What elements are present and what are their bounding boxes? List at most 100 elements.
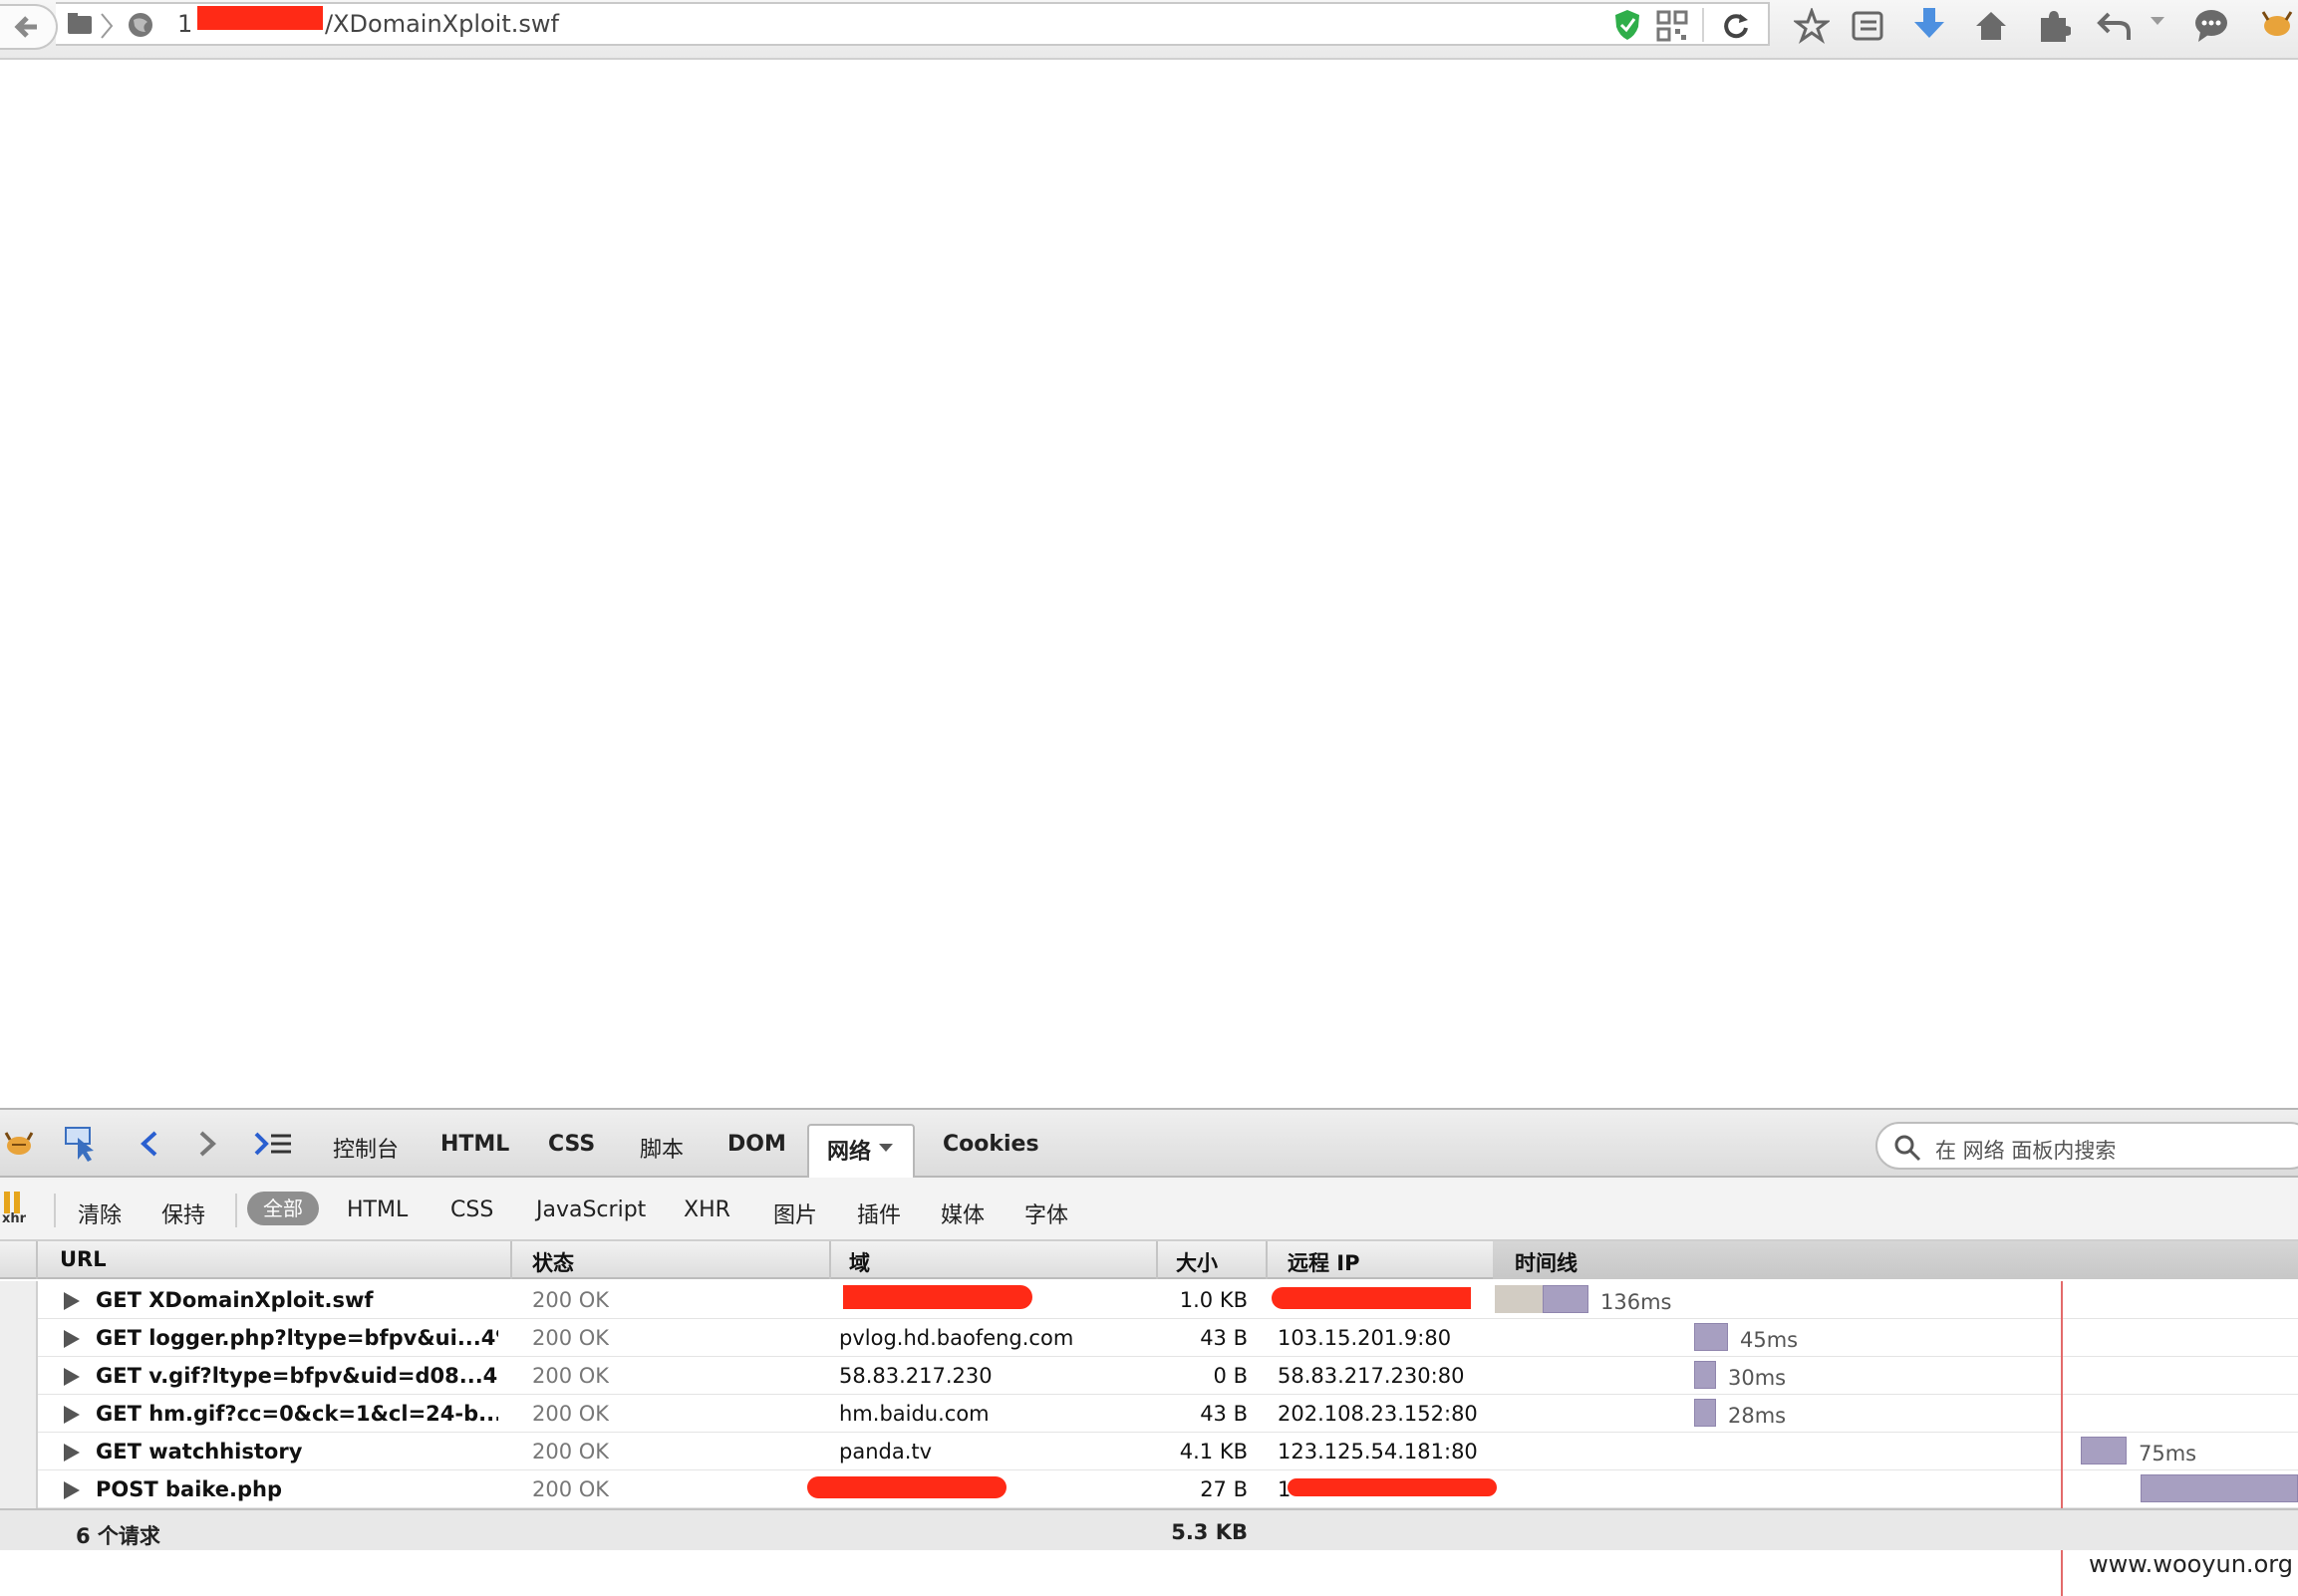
column-status[interactable]: 状态 [532, 1247, 574, 1277]
request-url[interactable]: GET v.gif?ltype=bfpv&uid=d08...4%2 [96, 1364, 498, 1388]
request-domain: pvlog.hd.baofeng.com [839, 1326, 1074, 1350]
request-size: 27 B [1200, 1477, 1248, 1501]
table-row[interactable]: GET v.gif?ltype=bfpv&uid=d08...4%2 200 O… [0, 1357, 2298, 1395]
puzzle-icon[interactable] [2035, 8, 2071, 44]
firebug-panel: 控制台 HTML CSS 脚本 DOM 网络 Cookies 在 网络 面板内搜… [0, 1108, 2298, 1596]
separator [235, 1194, 237, 1227]
redaction-mark [197, 6, 323, 30]
tab-dom[interactable]: DOM [727, 1132, 786, 1157]
tab-net-label: 网络 [827, 1140, 872, 1165]
url-text[interactable]: /XDomainXploit.swf [325, 10, 559, 38]
request-status: 200 OK [532, 1326, 610, 1350]
filter-fonts[interactable]: 字体 [1024, 1197, 1068, 1229]
column-size[interactable]: 大小 [1176, 1247, 1218, 1277]
expand-triangle-icon[interactable] [64, 1292, 80, 1310]
back-button[interactable] [0, 4, 58, 50]
separator [1702, 8, 1704, 42]
filter-css[interactable]: CSS [450, 1197, 493, 1222]
filter-html[interactable]: HTML [347, 1197, 408, 1222]
column-separator [1156, 1241, 1158, 1279]
expand-triangle-icon[interactable] [64, 1406, 80, 1424]
request-status: 200 OK [532, 1440, 610, 1463]
row-gutter [0, 1395, 38, 1433]
request-size: 1.0 KB [1179, 1288, 1248, 1312]
command-line-icon[interactable] [253, 1130, 293, 1158]
filter-xhr[interactable]: XHR [684, 1197, 730, 1222]
chevron-left-icon[interactable] [138, 1130, 161, 1158]
request-remote-ip: 202.108.23.152:80 [1278, 1402, 1478, 1426]
persist-button[interactable]: 保持 [161, 1197, 205, 1229]
expand-triangle-icon[interactable] [64, 1330, 80, 1348]
request-size: 4.1 KB [1179, 1440, 1248, 1463]
redaction-mark [807, 1476, 1006, 1498]
search-placeholder: 在 网络 面板内搜索 [1935, 1139, 2117, 1163]
timeline-duration: 45ms [1740, 1328, 1799, 1352]
chevron-down-icon[interactable] [2149, 14, 2166, 28]
browser-toolbar: 1 /XDomainXploit.swf [0, 0, 2298, 60]
firebug-icon[interactable] [2258, 6, 2296, 44]
redaction-mark [1272, 1287, 1471, 1309]
net-request-list: GET XDomainXploit.swf 200 OK 1.0 KB 136m… [0, 1281, 2298, 1508]
sidebar-toggle-icon[interactable] [66, 10, 96, 40]
bookmark-star-icon[interactable] [1794, 8, 1830, 44]
qr-code-icon[interactable] [1656, 10, 1688, 42]
timeline-duration: 30ms [1728, 1366, 1787, 1390]
table-row[interactable]: GET logger.php?ltype=bfpv&ui...4%2 200 O… [0, 1319, 2298, 1357]
filter-all-button[interactable]: 全部 [247, 1192, 319, 1225]
url-bar[interactable]: 1 /XDomainXploit.swf [56, 2, 1770, 46]
chat-bubble-icon[interactable] [2192, 6, 2230, 44]
timeline-bar [1543, 1285, 1588, 1313]
timeline-bar [2141, 1474, 2298, 1502]
expand-triangle-icon[interactable] [64, 1368, 80, 1386]
table-row[interactable]: POST baike.php 200 OK 27 B 1 [0, 1470, 2298, 1508]
table-row[interactable]: GET XDomainXploit.swf 200 OK 1.0 KB 136m… [0, 1281, 2298, 1319]
filter-images[interactable]: 图片 [773, 1197, 817, 1229]
total-size: 5.3 KB [1171, 1520, 1248, 1544]
row-gutter [0, 1319, 38, 1357]
tab-cookies[interactable]: Cookies [943, 1132, 1039, 1157]
reading-list-icon[interactable] [1850, 8, 1885, 44]
expand-triangle-icon[interactable] [64, 1444, 80, 1462]
tab-script[interactable]: 脚本 [640, 1132, 684, 1164]
clear-button[interactable]: 清除 [78, 1197, 122, 1229]
net-summary-row: 6 个请求 5.3 KB [0, 1508, 2298, 1550]
shield-check-icon[interactable] [1612, 8, 1642, 42]
column-remote-ip[interactable]: 远程 IP [1288, 1247, 1360, 1277]
filter-plugins[interactable]: 插件 [857, 1197, 901, 1229]
tab-console[interactable]: 控制台 [333, 1132, 399, 1164]
column-domain[interactable]: 域 [849, 1247, 870, 1277]
home-icon[interactable] [1973, 8, 2009, 44]
filter-media[interactable]: 媒体 [941, 1197, 985, 1229]
column-timeline[interactable]: 时间线 [1493, 1241, 2298, 1279]
chevron-right-icon[interactable] [195, 1130, 219, 1158]
filter-javascript[interactable]: JavaScript [536, 1197, 646, 1222]
globe-icon [129, 13, 152, 37]
request-url[interactable]: GET hm.gif?cc=0&ck=1&cl=24-b...5 [96, 1402, 498, 1426]
request-url[interactable]: GET XDomainXploit.swf [96, 1288, 498, 1312]
request-url[interactable]: GET watchhistory [96, 1440, 498, 1463]
url-prefix[interactable]: 1 [177, 10, 192, 38]
request-size: 43 B [1200, 1326, 1248, 1350]
chevron-down-icon[interactable] [877, 1142, 895, 1154]
tab-html[interactable]: HTML [440, 1132, 509, 1157]
inspect-element-icon[interactable] [64, 1126, 100, 1162]
undo-icon[interactable] [2097, 8, 2133, 44]
separator [54, 1194, 56, 1227]
reload-icon[interactable] [1720, 10, 1752, 42]
timeline-wait-bar [1495, 1285, 1543, 1313]
row-gutter [0, 1433, 38, 1470]
xhr-breakpoint-icon[interactable]: xhr [2, 1192, 32, 1227]
row-gutter [0, 1470, 38, 1508]
table-row[interactable]: GET watchhistory 200 OK panda.tv 4.1 KB … [0, 1433, 2298, 1470]
tab-net[interactable]: 网络 [807, 1124, 915, 1180]
expand-triangle-icon[interactable] [64, 1481, 80, 1499]
request-url[interactable]: GET logger.php?ltype=bfpv&ui...4%2 [96, 1326, 498, 1350]
arrow-left-icon [14, 16, 37, 38]
tab-css[interactable]: CSS [548, 1132, 595, 1157]
download-icon[interactable] [1911, 6, 1947, 44]
search-input[interactable]: 在 网络 面板内搜索 [1875, 1122, 2298, 1170]
request-url[interactable]: POST baike.php [96, 1477, 498, 1501]
table-row[interactable]: GET hm.gif?cc=0&ck=1&cl=24-b...5 200 OK … [0, 1395, 2298, 1433]
column-url[interactable]: URL [60, 1247, 107, 1271]
firebug-menu-icon[interactable] [2, 1130, 36, 1160]
